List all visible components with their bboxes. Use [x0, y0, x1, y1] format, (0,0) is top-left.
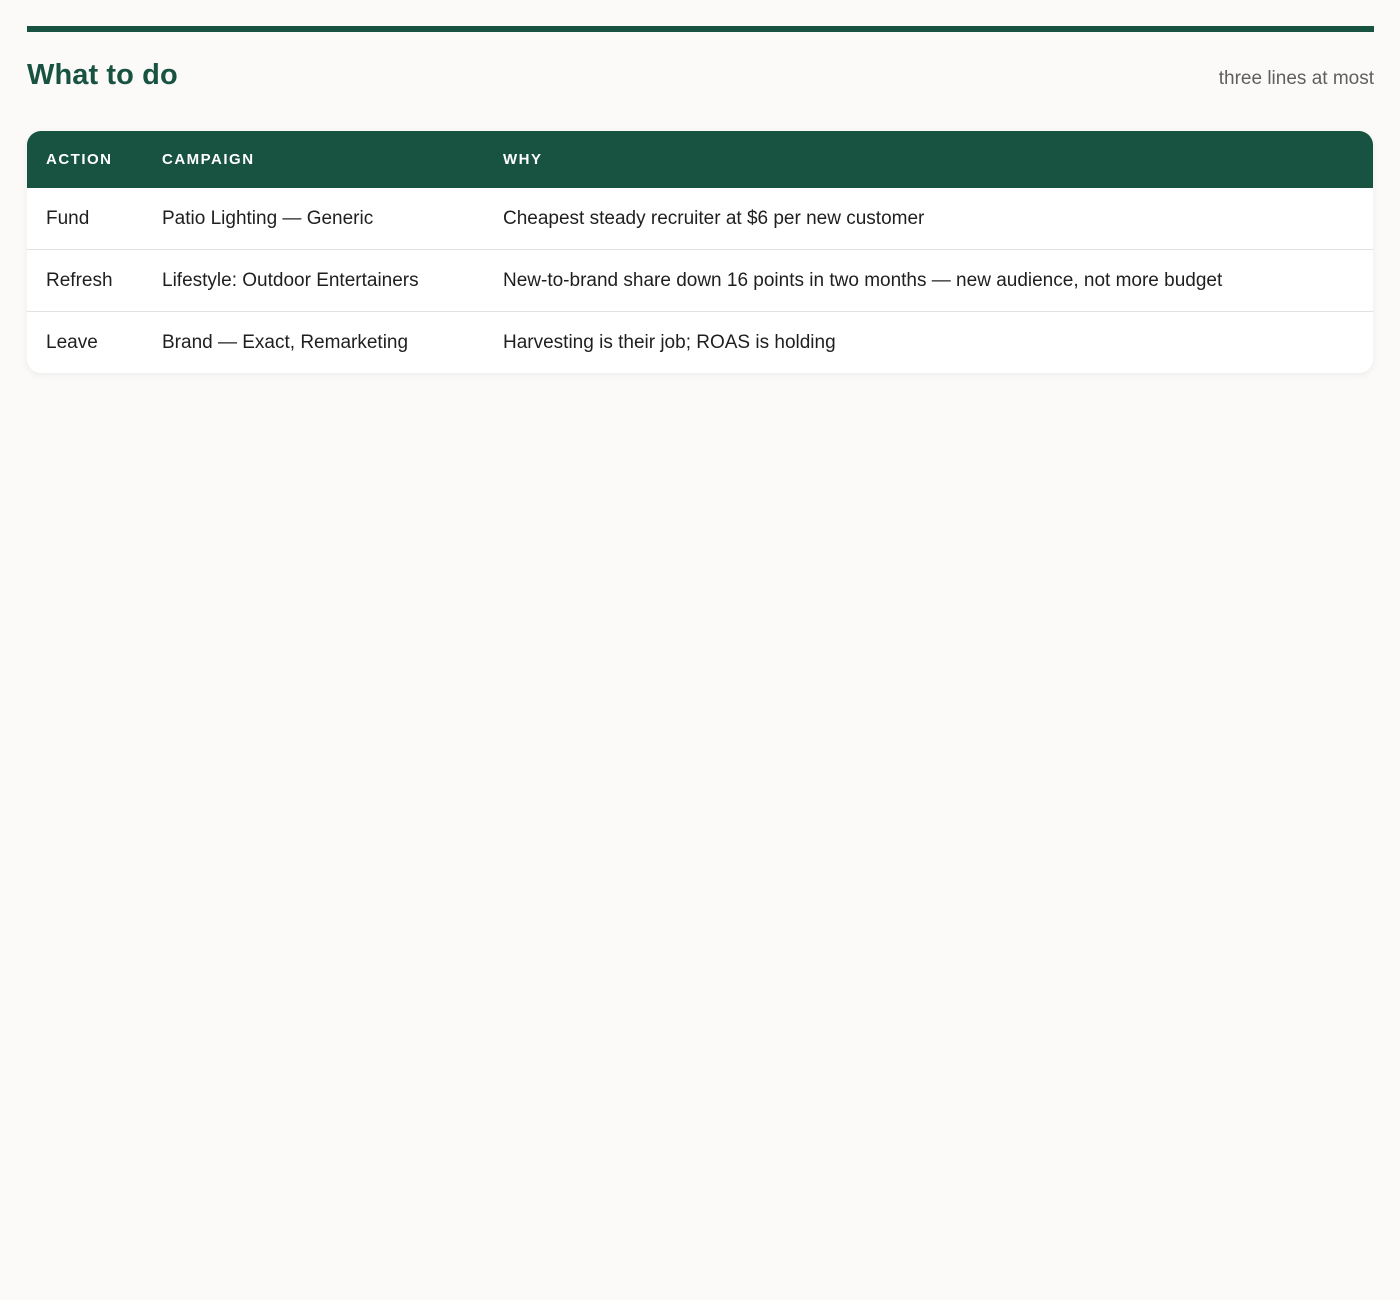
- cell-why: New-to-brand share down 16 points in two…: [503, 249, 1373, 312]
- cell-action: Fund: [46, 207, 90, 229]
- top-rule: [27, 26, 1374, 32]
- section-header: What to do three lines at most: [27, 59, 1374, 99]
- cell-campaign: Patio Lighting — Generic: [162, 207, 374, 229]
- column-header-action: ACTION: [46, 151, 113, 168]
- action-table-card: ACTION CAMPAIGN WHY Fund Patio Lighting …: [27, 131, 1373, 373]
- table-header-row: ACTION CAMPAIGN WHY: [27, 131, 1373, 188]
- cell-campaign: Brand — Exact, Remarketing: [162, 311, 503, 373]
- page: What to do three lines at most ACTION CA…: [27, 26, 1374, 373]
- cell-action: Leave: [27, 311, 162, 373]
- table-row: Refresh Lifestyle: Outdoor Entertainers …: [27, 249, 1373, 312]
- table-row: Leave Brand — Exact, Remarketing Harvest…: [27, 311, 1373, 373]
- section-subtitle: three lines at most: [1218, 68, 1374, 89]
- action-table: ACTION CAMPAIGN WHY Fund Patio Lighting …: [27, 131, 1373, 373]
- column-header-campaign: CAMPAIGN: [162, 151, 255, 168]
- column-header-why: WHY: [503, 151, 543, 168]
- table-header: ACTION CAMPAIGN WHY: [27, 131, 1373, 188]
- table-body: Fund Patio Lighting — Generic Cheapest s…: [27, 188, 1373, 373]
- cell-why: Cheapest steady recruiter at $6 per new …: [503, 207, 925, 229]
- cell-campaign: Lifestyle: Outdoor Entertainers: [162, 249, 503, 312]
- section-title: What to do: [27, 59, 178, 91]
- cell-why: Harvesting is their job; ROAS is holding: [503, 311, 1373, 373]
- table-row: Fund Patio Lighting — Generic Cheapest s…: [27, 188, 1373, 250]
- cell-action: Refresh: [27, 249, 162, 312]
